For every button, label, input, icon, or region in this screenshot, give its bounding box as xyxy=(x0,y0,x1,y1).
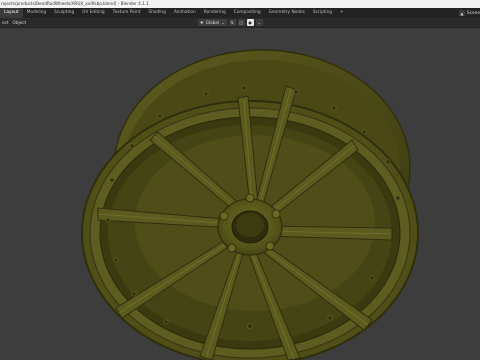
scene-icon: ▲ xyxy=(458,10,465,16)
scene-label: Scene xyxy=(466,10,480,16)
tab-texture-paint[interactable]: Texture Paint xyxy=(109,8,145,18)
tab-scripting[interactable]: Scripting xyxy=(309,8,336,18)
wheel-render xyxy=(81,49,419,360)
proportional-falloff-icon[interactable]: ⌄ xyxy=(255,19,263,26)
proportional-editing-icon[interactable]: ● xyxy=(246,19,254,26)
top-bar: Layout Modeling Sculpting UV Editing Tex… xyxy=(0,8,480,18)
window-title: rojects/products/BendRodWheels/ARUX_xxlR… xyxy=(1,1,149,6)
tab-geometry-nodes[interactable]: Geometry Nodes xyxy=(265,8,309,18)
menu-object[interactable]: Object xyxy=(11,20,29,25)
menu-select[interactable]: ect xyxy=(0,20,11,25)
pivot-point-icon[interactable]: ⇅ xyxy=(228,19,236,26)
scene-selector[interactable]: ▲ Scene xyxy=(458,9,480,17)
add-workspace-button[interactable]: + xyxy=(336,8,348,18)
workspace-tabs: Layout Modeling Sculpting UV Editing Tex… xyxy=(0,8,348,18)
snap-icon[interactable]: ◫ xyxy=(237,19,245,26)
tab-modeling[interactable]: Modeling xyxy=(23,8,51,18)
transform-orientation-icon: ❖ xyxy=(200,20,204,25)
tab-layout[interactable]: Layout xyxy=(0,8,23,18)
tab-rendering[interactable]: Rendering xyxy=(200,8,230,18)
header-menus: ect Object xyxy=(0,18,28,27)
tab-animation[interactable]: Animation xyxy=(170,8,200,18)
tab-shading[interactable]: Shading xyxy=(144,8,169,18)
viewport-header: ect Object ❖ Global ⌄ ⇅ ◫ ● ⌄ xyxy=(0,18,480,28)
transform-tools: ❖ Global ⌄ ⇅ ◫ ● ⌄ xyxy=(198,19,263,26)
window-titlebar: rojects/products/BendRodWheels/ARUX_xxlR… xyxy=(0,0,480,8)
tab-compositing[interactable]: Compositing xyxy=(230,8,265,18)
3d-viewport[interactable] xyxy=(0,28,480,360)
transform-orientation-dropdown[interactable]: ❖ Global ⌄ xyxy=(198,19,227,26)
tab-uv-editing[interactable]: UV Editing xyxy=(78,8,108,18)
chevron-down-icon: ⌄ xyxy=(221,20,225,25)
tab-sculpting[interactable]: Sculpting xyxy=(50,8,78,18)
transform-orientation-label: Global xyxy=(205,20,220,25)
